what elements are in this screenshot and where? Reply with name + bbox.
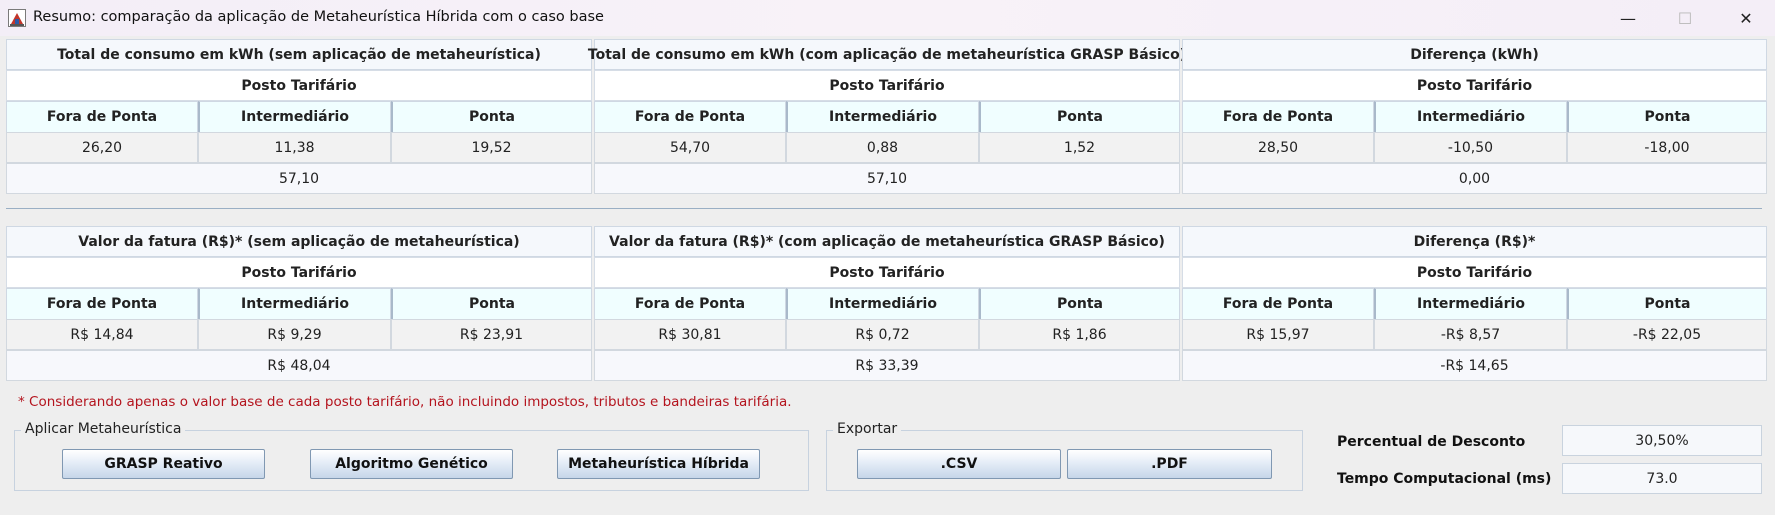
value-cell: R$ 15,97 [1182,319,1374,350]
value-cell: R$ 14,84 [6,319,198,350]
group-title: Total de consumo em kWh (sem aplicação d… [6,39,592,70]
value-cell: R$ 9,29 [198,319,391,350]
close-icon: ✕ [1739,8,1753,28]
group-subtitle: Posto Tarifário [6,70,592,101]
discount-label: Percentual de Desconto [1337,434,1526,450]
title-bar: Resumo: comparação da aplicação de Metah… [0,0,1775,36]
column-header: Fora de Ponta [594,101,786,132]
invoice-table: Valor da fatura (R$)* (sem aplicação de … [6,226,1767,382]
value-cell: 19,52 [391,132,592,163]
column-header: Intermediário [786,288,979,319]
value-cell: R$ 23,91 [391,319,592,350]
genetic-algorithm-button[interactable]: Algoritmo Genético [310,449,513,479]
value-cell: -10,50 [1374,132,1567,163]
column-header: Ponta [979,101,1180,132]
value-cell: 1,52 [979,132,1180,163]
group-subtitle: Posto Tarifário [594,257,1180,288]
group-title: Total de consumo em kWh (com aplicação d… [588,39,1186,70]
total-cell: 0,00 [1182,163,1767,194]
group-title: Valor da fatura (R$)* (sem aplicação de … [6,226,592,257]
total-cell: 57,10 [594,163,1180,194]
value-cell: 54,70 [594,132,786,163]
group-title: Diferença (kWh) [1182,39,1767,70]
value-cell: 11,38 [198,132,391,163]
footnote: * Considerando apenas o valor base de ca… [18,394,792,410]
minimize-button[interactable]: — [1605,0,1651,36]
export-pdf-button[interactable]: .PDF [1067,449,1272,479]
column-header: Fora de Ponta [6,288,198,319]
column-header: Ponta [1567,288,1767,319]
discount-value-field: 30,50% [1562,425,1762,456]
group-subtitle: Posto Tarifário [1182,257,1767,288]
column-header: Fora de Ponta [6,101,198,132]
column-header: Intermediário [198,288,391,319]
total-cell: 57,10 [6,163,592,194]
column-header: Fora de Ponta [594,288,786,319]
group-title: Diferença (R$)* [1182,226,1767,257]
column-header: Intermediário [198,101,391,132]
group-subtitle: Posto Tarifário [1182,70,1767,101]
hybrid-metaheuristic-button[interactable]: Metaheurística Híbrida [557,449,760,479]
compute-time-label: Tempo Computacional (ms) [1337,471,1552,487]
grasp-reactive-button[interactable]: GRASP Reativo [62,449,265,479]
window-title: Resumo: comparação da aplicação de Metah… [33,9,604,25]
consumption-table: Total de consumo em kWh (sem aplicação d… [6,39,1767,195]
maximize-icon: ☐ [1677,8,1693,28]
column-header: Fora de Ponta [1182,101,1374,132]
value-cell: -R$ 8,57 [1374,319,1567,350]
section-divider [6,208,1762,209]
column-header: Intermediário [1374,288,1567,319]
column-header: Ponta [979,288,1180,319]
group-subtitle: Posto Tarifário [594,70,1180,101]
apply-metaheuristic-legend: Aplicar Metaheurística [21,421,186,437]
java-app-icon [8,9,26,27]
column-header: Fora de Ponta [1182,288,1374,319]
total-cell: R$ 33,39 [594,350,1180,381]
export-legend: Exportar [833,421,902,437]
value-cell: -R$ 22,05 [1567,319,1767,350]
maximize-button[interactable]: ☐ [1662,0,1708,36]
value-cell: 26,20 [6,132,198,163]
value-cell: 0,88 [786,132,979,163]
value-cell: R$ 0,72 [786,319,979,350]
export-csv-button[interactable]: .CSV [857,449,1061,479]
total-cell: R$ 48,04 [6,350,592,381]
export-group: Exportar .CSV .PDF [826,421,1303,491]
column-header: Intermediário [786,101,979,132]
compute-time-field: 73.0 [1562,463,1762,494]
column-header: Ponta [391,288,592,319]
group-subtitle: Posto Tarifário [6,257,592,288]
column-header: Intermediário [1374,101,1567,132]
value-cell: -18,00 [1567,132,1767,163]
value-cell: R$ 30,81 [594,319,786,350]
apply-metaheuristic-group: Aplicar Metaheurística GRASP Reativo Alg… [14,421,809,491]
total-cell: -R$ 14,65 [1182,350,1767,381]
value-cell: 28,50 [1182,132,1374,163]
minimize-icon: — [1620,8,1636,28]
column-header: Ponta [391,101,592,132]
value-cell: R$ 1,86 [979,319,1180,350]
group-title: Valor da fatura (R$)* (com aplicação de … [594,226,1180,257]
close-button[interactable]: ✕ [1723,0,1769,36]
column-header: Ponta [1567,101,1767,132]
